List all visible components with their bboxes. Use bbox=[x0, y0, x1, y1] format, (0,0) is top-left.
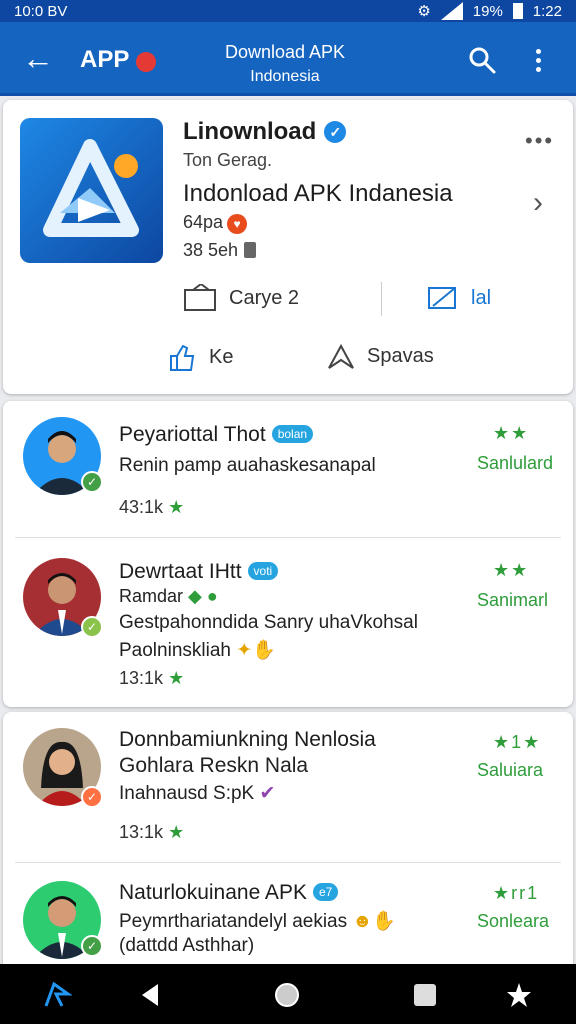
battery-icon bbox=[512, 3, 523, 19]
notification-dot bbox=[136, 52, 156, 72]
share-button[interactable]: Carye 2 bbox=[183, 284, 299, 312]
app-meta-downloads: 38 5eh bbox=[183, 240, 257, 261]
device-icon bbox=[244, 242, 257, 258]
back-icon[interactable] bbox=[136, 980, 166, 1010]
app-name[interactable]: Indonload APK Indanesia bbox=[183, 180, 453, 208]
online-check-icon: ✓ bbox=[81, 935, 103, 957]
item-desc-2: (dattdd Asthhar) bbox=[119, 935, 255, 956]
item-chip: e7 bbox=[312, 883, 339, 901]
app-subtitle: Ton Gerag. bbox=[183, 150, 273, 170]
search-icon[interactable] bbox=[468, 46, 496, 74]
star-icon: ★ bbox=[168, 822, 185, 842]
item-chip: bolan bbox=[271, 425, 314, 443]
install-label: lal bbox=[471, 286, 492, 309]
list-item[interactable]: ✓ Dewrtaat IHtt voti Ramdar ◆ ● Gestpahon… bbox=[3, 538, 573, 706]
item-status[interactable]: Sanimarl bbox=[477, 590, 548, 611]
list-item[interactable]: ✓ Peyariottal Thot bolan Renin pamp auaha… bbox=[3, 401, 573, 537]
list-item[interactable]: ✓ Naturlokuinane APK e7 Peymrthariatandel… bbox=[3, 863, 573, 973]
item-desc-2: Paolninskliah ✦✋ bbox=[119, 640, 276, 661]
action-divider bbox=[381, 282, 382, 316]
chevron-right-icon[interactable]: › bbox=[533, 186, 543, 220]
recents-icon[interactable] bbox=[410, 980, 440, 1010]
save-button[interactable]: Spavas bbox=[327, 342, 434, 370]
item-desc: Renin pamp auahaskesanapal bbox=[119, 455, 376, 476]
signal-icon bbox=[440, 2, 463, 20]
status-right: ⚙ 19% 1:22 bbox=[417, 2, 562, 20]
battery-percent: 19% bbox=[472, 2, 503, 20]
app-card[interactable]: Linownload ✓ ••• Ton Gerag. Indonload APK… bbox=[3, 100, 573, 394]
back-arrow-icon[interactable]: ← bbox=[22, 40, 58, 76]
navigation-bar bbox=[0, 964, 576, 1024]
item-rating: ★1★ bbox=[493, 732, 542, 752]
item-rating: ★rr1 bbox=[493, 883, 540, 903]
item-rating: ★★ bbox=[493, 560, 530, 580]
install-button[interactable]: lal bbox=[427, 284, 491, 312]
item-title: Donnbamiunkning Nenlosia bbox=[119, 728, 376, 751]
item-rating: ★★ bbox=[493, 423, 530, 443]
item-desc: Gestpahonndida Sanry uhaVkohsal bbox=[119, 612, 418, 633]
item-count: 43:1k ★ bbox=[119, 497, 185, 517]
save-label: Spavas bbox=[367, 344, 434, 367]
item-subtitle: Ramdar ◆ ● bbox=[119, 586, 218, 606]
list-item[interactable]: ✓ Donnbamiunkning Nenlosia Gohlara Reskn… bbox=[3, 712, 573, 862]
item-subtitle: Gohlara Reskn Nala bbox=[119, 754, 309, 777]
clock: 1:22 bbox=[532, 2, 562, 20]
verified-badge-icon: ✔ bbox=[259, 783, 276, 804]
item-title: Dewrtaat IHtt voti bbox=[119, 560, 279, 584]
status-left: 10:0 BV bbox=[14, 2, 68, 20]
item-desc: Inahnausd S:pK ✔ bbox=[119, 783, 276, 804]
more-options-icon[interactable] bbox=[530, 46, 546, 76]
app-bar: ← APP Download APK Indonesia bbox=[0, 22, 576, 96]
item-desc: Peymrthariatandelyl aekias ☻✋ bbox=[119, 911, 397, 932]
home-icon[interactable] bbox=[272, 980, 302, 1010]
developer-name[interactable]: Linownload ✓ bbox=[183, 118, 347, 146]
heart-icon: ♥ bbox=[227, 214, 248, 234]
badge-icon: ◆ ● bbox=[188, 586, 218, 606]
share-label: Carye 2 bbox=[229, 286, 300, 309]
emoji-icon: ☻✋ bbox=[352, 911, 397, 932]
install-icon bbox=[428, 287, 456, 309]
like-label: Ke bbox=[209, 345, 234, 368]
emoji-icon: ✦✋ bbox=[236, 640, 276, 661]
item-title: Naturlokuinane APK e7 bbox=[119, 881, 339, 905]
item-count: 13:1k ★ bbox=[119, 668, 185, 688]
assistant-icon[interactable] bbox=[504, 980, 534, 1010]
online-check-icon: ✓ bbox=[81, 616, 103, 638]
online-check-icon: ✓ bbox=[81, 471, 103, 493]
status-bar: 10:0 BV ⚙ 19% 1:22 bbox=[0, 0, 576, 22]
item-status[interactable]: Sonleara bbox=[477, 911, 549, 932]
online-check-icon: ✓ bbox=[81, 786, 103, 808]
star-icon: ★ bbox=[168, 668, 185, 688]
page-subtitle: Indonesia bbox=[250, 68, 320, 85]
more-horizontal-icon[interactable]: ••• bbox=[525, 128, 554, 154]
item-chip: voti bbox=[247, 562, 279, 580]
page-title: Download APK bbox=[224, 42, 346, 62]
item-title: Peyariottal Thot bolan bbox=[119, 423, 314, 447]
review-list-card-2: ✓ Donnbamiunkning Nenlosia Gohlara Reskn… bbox=[3, 712, 573, 974]
item-status[interactable]: Sanlulard bbox=[477, 453, 553, 474]
share-icon bbox=[184, 284, 216, 311]
app-label[interactable]: APP bbox=[80, 46, 129, 74]
item-status[interactable]: Saluiara bbox=[477, 760, 543, 781]
app-meta-size: 64pa ♥ bbox=[183, 212, 248, 234]
gear-icon: ⚙ bbox=[417, 3, 431, 20]
bookmark-icon bbox=[328, 343, 354, 369]
review-list-card-1: ✓ Peyariottal Thot bolan Renin pamp auaha… bbox=[3, 401, 573, 707]
like-button[interactable]: Ke bbox=[167, 342, 233, 372]
item-count: 13:1k ★ bbox=[119, 822, 185, 842]
verified-icon: ✓ bbox=[324, 121, 347, 143]
star-icon: ★ bbox=[168, 497, 185, 517]
thumbs-up-icon bbox=[170, 344, 195, 371]
app-shortcut-icon[interactable] bbox=[42, 980, 72, 1010]
app-logo bbox=[20, 118, 163, 263]
